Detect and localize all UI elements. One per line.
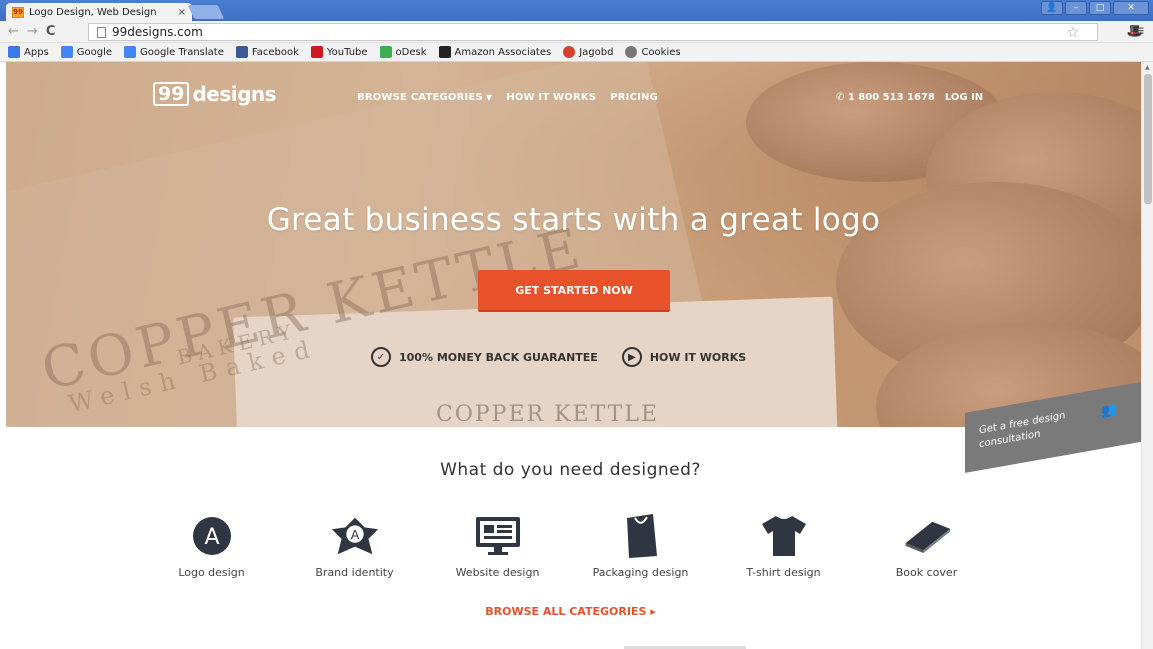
window-controls: 👤 – □ ✕ — [1041, 1, 1149, 15]
phone-link[interactable]: ✆ 1 800 513 1678 — [836, 92, 935, 103]
page-icon — [97, 26, 106, 38]
facebook-icon — [235, 46, 248, 58]
forward-arrow-icon[interactable]: → — [27, 24, 38, 39]
address-bar[interactable]: 99designs.com ☆ 🎩 — [88, 23, 1143, 41]
nav-how-it-works[interactable]: HOW IT WORKS — [506, 92, 596, 103]
category-label: Brand identity — [315, 566, 394, 579]
hero-overlay — [6, 62, 1141, 427]
cookies-gear-icon — [625, 46, 638, 58]
chevron-down-icon: ▼ — [485, 93, 493, 102]
browser-tabstrip: 99 Logo Design, Web Design × 👤 – □ ✕ — [0, 0, 1153, 21]
new-tab-button[interactable] — [187, 5, 225, 19]
consultation-text: Get a free design consultation — [979, 410, 1066, 451]
logo-design-icon: A — [187, 512, 237, 560]
chrome-menu-icon[interactable]: ≡ — [1133, 23, 1145, 39]
back-arrow-icon[interactable]: ← — [8, 24, 19, 39]
category-label: Book cover — [895, 566, 958, 579]
money-back-guarantee-link[interactable]: 100% MONEY BACK GUARANTEE — [399, 351, 598, 364]
hero-section: COPPER KETTLE BAKERY Welsh Baked COPPER … — [6, 62, 1141, 427]
favicon-99designs-icon: 99 — [12, 6, 24, 18]
svg-text:A: A — [204, 525, 219, 550]
window-maximize-button[interactable]: □ — [1089, 1, 1111, 15]
checkmark-circle-icon: ✓ — [371, 347, 391, 367]
apps-grid-icon — [8, 46, 20, 58]
hero-headline: Great business starts with a great logo — [266, 202, 881, 238]
bookmark-item[interactable]: YouTube — [310, 46, 368, 58]
scroll-up-arrow-icon[interactable]: ▲ — [1145, 64, 1150, 71]
nav-pricing[interactable]: PRICING — [610, 92, 658, 103]
bookmark-item[interactable]: Cookies — [625, 46, 681, 58]
logo-word: designs — [192, 82, 277, 106]
hero-trust-row: ✓ 100% MONEY BACK GUARANTEE ▶ HOW IT WOR… — [371, 347, 746, 367]
page-scrollbar[interactable]: ▲ — [1141, 62, 1153, 649]
bookmark-star-icon[interactable]: ☆ — [1066, 25, 1079, 41]
odesk-icon — [379, 46, 392, 58]
bookmark-item[interactable]: Apps — [8, 46, 49, 58]
header-right: ✆ 1 800 513 1678 LOG IN — [836, 92, 983, 103]
svg-text:A: A — [350, 527, 359, 542]
bookmarks-bar: Apps Google Google Translate Facebook Yo… — [0, 43, 1153, 62]
window-minimize-button[interactable]: – — [1065, 1, 1087, 15]
main-nav: BROWSE CATEGORIES ▼ HOW IT WORKS PRICING — [357, 92, 658, 103]
category-logo-design[interactable]: A Logo design — [140, 512, 283, 579]
amazon-icon — [438, 46, 451, 58]
get-started-button[interactable]: GET STARTED NOW — [478, 270, 670, 312]
youtube-icon — [310, 46, 323, 58]
google-icon — [60, 46, 73, 58]
packaging-design-icon — [616, 512, 666, 560]
category-website-design[interactable]: Website design — [426, 512, 569, 579]
categories-title: What do you need designed? — [440, 460, 701, 480]
bookmark-item[interactable]: oDesk — [379, 46, 427, 58]
website-design-icon — [473, 512, 523, 560]
category-label: Packaging design — [592, 566, 689, 579]
brand-identity-icon: A — [330, 512, 380, 560]
tab-title: Logo Design, Web Design — [29, 6, 157, 18]
category-label: Website design — [455, 566, 540, 579]
category-brand-identity[interactable]: A Brand identity — [283, 512, 426, 579]
login-link[interactable]: LOG IN — [945, 92, 983, 103]
phone-icon: ✆ — [836, 92, 845, 103]
browser-tab[interactable]: 99 Logo Design, Web Design × — [6, 3, 192, 21]
bookmark-item[interactable]: Jagobd — [563, 46, 613, 58]
web-page: COPPER KETTLE BAKERY Welsh Baked COPPER … — [0, 62, 1141, 649]
logo-number: 99 — [153, 82, 190, 106]
category-label: T-shirt design — [746, 566, 821, 579]
book-cover-icon — [902, 512, 952, 560]
bookmark-item[interactable]: Facebook — [235, 46, 299, 58]
reload-icon[interactable]: C — [46, 24, 56, 39]
tab-close-button[interactable]: × — [178, 7, 186, 18]
bookmark-item[interactable]: Google Translate — [124, 46, 224, 58]
scrollbar-thumb[interactable] — [1144, 74, 1152, 204]
bookmark-item[interactable]: Amazon Associates — [438, 46, 551, 58]
window-user-icon[interactable]: 👤 — [1041, 1, 1063, 15]
tshirt-design-icon — [759, 512, 809, 560]
category-list: A Logo design A Brand identity Website d… — [140, 512, 1000, 579]
people-icon: 👥 — [1101, 402, 1118, 420]
play-circle-icon[interactable]: ▶ — [621, 347, 642, 367]
bookmark-item[interactable]: Google — [60, 46, 112, 58]
category-label: Logo design — [178, 566, 245, 579]
category-tshirt-design[interactable]: T-shirt design — [712, 512, 855, 579]
jagobd-icon — [563, 46, 576, 58]
browser-toolbar: ← → C 99designs.com ☆ 🎩 ≡ — [0, 21, 1153, 43]
category-book-cover[interactable]: Book cover — [855, 512, 998, 579]
how-it-works-link[interactable]: HOW IT WORKS — [650, 351, 746, 364]
window-close-button[interactable]: ✕ — [1113, 1, 1149, 15]
google-translate-icon — [124, 46, 137, 58]
nav-browse-categories[interactable]: BROWSE CATEGORIES ▼ — [357, 92, 492, 103]
category-packaging-design[interactable]: Packaging design — [569, 512, 712, 579]
address-url: 99designs.com — [112, 25, 203, 39]
site-logo[interactable]: 99 designs — [153, 82, 277, 106]
browse-all-categories-link[interactable]: BROWSE ALL CATEGORIES ▸ — [0, 605, 1141, 618]
